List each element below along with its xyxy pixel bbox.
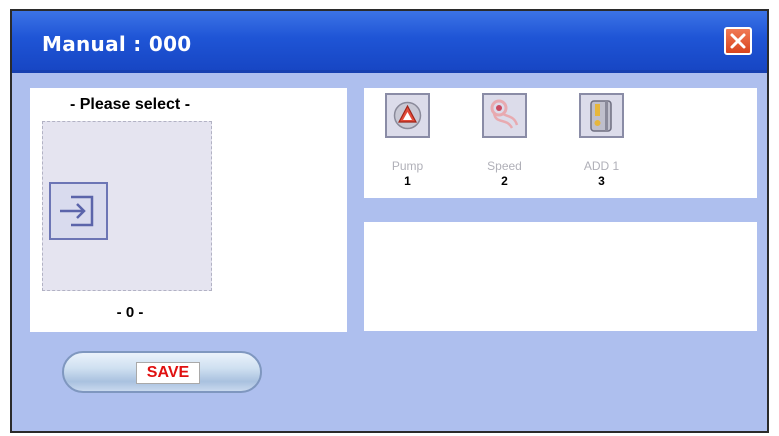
pump-icon: [385, 93, 430, 138]
tool-add1[interactable]: ADD 1 3: [579, 88, 641, 198]
close-button[interactable]: [724, 27, 752, 55]
speed-icon: [482, 93, 527, 138]
tool-pump[interactable]: Pump 1: [385, 88, 447, 198]
tool-panel: Pump 1 Speed 2 ADD 1 3: [364, 88, 757, 198]
tool-speed[interactable]: Speed 2: [482, 88, 544, 198]
login-arrow-icon: [60, 195, 94, 227]
tool-number: 1: [404, 174, 411, 188]
close-icon: [730, 33, 746, 49]
selection-panel: - Please select - - 0 -: [30, 88, 347, 332]
info-panel: [364, 222, 757, 331]
tool-number: 2: [501, 174, 508, 188]
tool-label: Speed: [487, 159, 522, 173]
window-title: Manual : 000: [42, 32, 192, 56]
please-select-heading: - Please select -: [69, 96, 191, 113]
save-label: SAVE: [136, 362, 200, 384]
save-button[interactable]: SAVE: [62, 351, 262, 393]
title-bar: Manual : 000: [12, 11, 767, 73]
enter-icon[interactable]: [49, 182, 108, 240]
selection-count: - 0 -: [116, 304, 144, 321]
add-valve-icon: [579, 93, 624, 138]
tool-label: ADD 1: [583, 159, 620, 173]
manual-dialog: Manual : 000 - Please select - - 0 - Pum…: [10, 9, 769, 433]
tool-number: 3: [598, 174, 605, 188]
tool-label: Pump: [391, 159, 424, 173]
